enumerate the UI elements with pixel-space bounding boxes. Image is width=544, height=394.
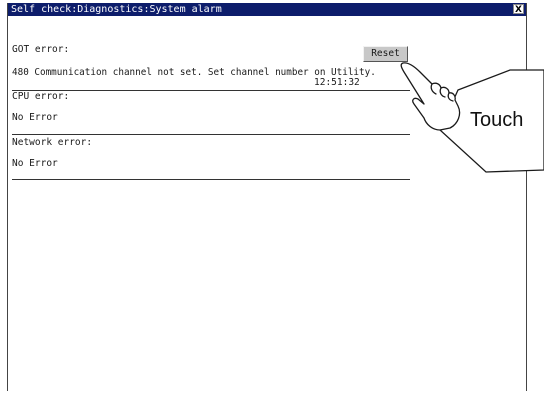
divider — [12, 179, 410, 180]
network-error-label: Network error: — [12, 137, 93, 148]
close-button[interactable]: X — [513, 4, 524, 15]
touch-label: Touch — [470, 109, 524, 131]
got-error-label: GOT error: — [12, 44, 70, 55]
window-title: Self check:Diagnostics:System alarm — [11, 4, 222, 15]
cpu-error-message: No Error — [12, 112, 58, 123]
cpu-error-label: CPU error: — [12, 91, 70, 102]
divider — [12, 134, 410, 135]
divider — [12, 90, 410, 91]
got-error-time: 12:51:32 — [314, 77, 360, 88]
reset-button[interactable]: Reset — [363, 46, 408, 62]
alarm-window: Self check:Diagnostics:System alarm X GO… — [7, 3, 527, 391]
window-titlebar: Self check:Diagnostics:System alarm X — [8, 3, 526, 16]
network-error-message: No Error — [12, 158, 58, 169]
